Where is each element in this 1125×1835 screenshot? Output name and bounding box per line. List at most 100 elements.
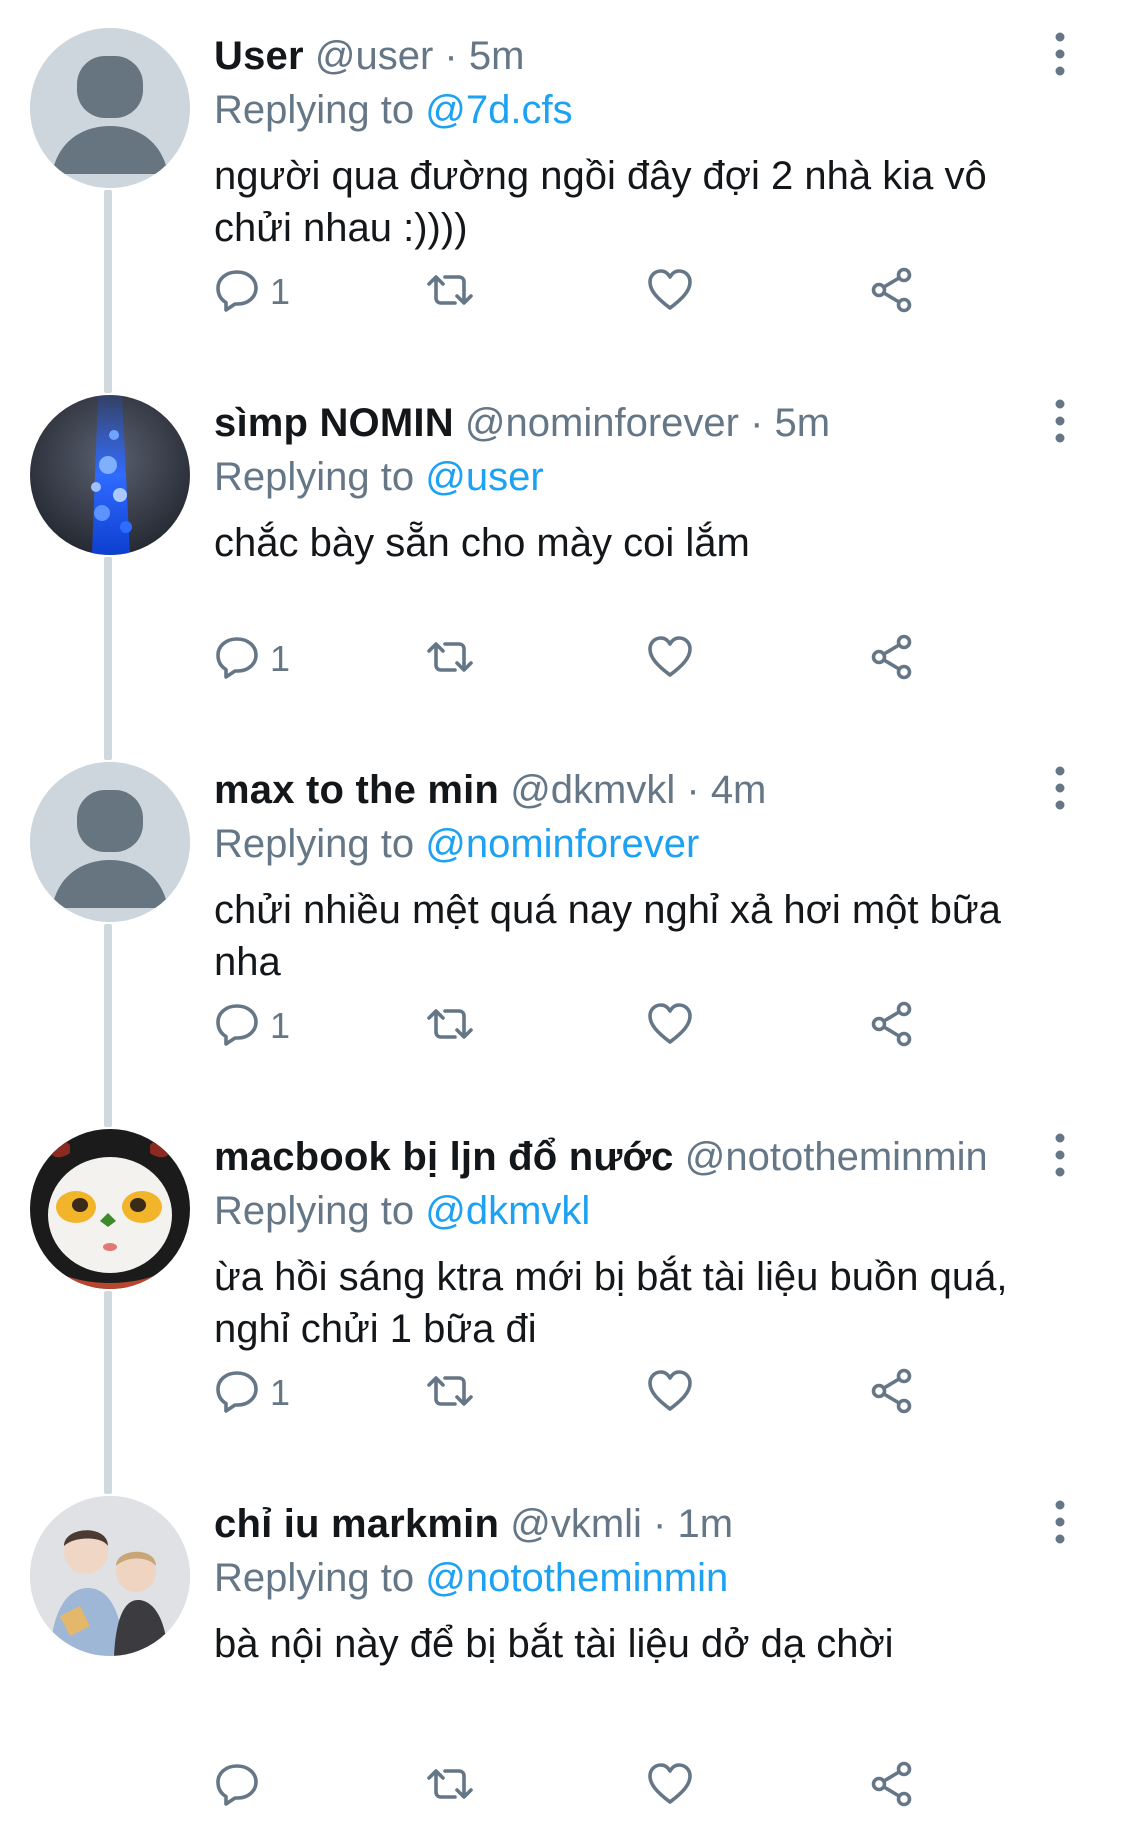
avatar[interactable]: [30, 1496, 190, 1656]
reply-icon: [214, 1368, 260, 1419]
more-vertical-icon[interactable]: [1040, 1498, 1080, 1548]
replying-to-label: Replying to: [214, 88, 415, 132]
retweet-icon: [424, 1761, 476, 1812]
tweet[interactable]: chỉ iu markmin @vkmli · 1m Replying to @n…: [0, 1468, 1125, 1835]
reply-count: 1: [270, 1005, 291, 1046]
tweet-text: chửi nhiều mệt quá nay nghỉ xả hơi một b…: [214, 888, 1001, 984]
retweet-button[interactable]: [424, 1363, 476, 1423]
thread-connector-line: [104, 557, 112, 760]
display-name[interactable]: User: [214, 34, 304, 78]
tweet[interactable]: User @user · 5m Replying to @7d.cfs người …: [0, 0, 1125, 393]
tweet-text: ừa hồi sáng ktra mới bị bắt tài liệu buồ…: [214, 1255, 1008, 1351]
user-handle[interactable]: @vkmli: [510, 1502, 642, 1546]
avatar[interactable]: [30, 28, 190, 188]
timestamp[interactable]: 5m: [775, 401, 831, 445]
tweet-text: chắc bày sẵn cho mày coi lắm: [214, 521, 750, 565]
thread-connector-line: [104, 190, 112, 393]
share-button[interactable]: [868, 1363, 916, 1423]
tweet-header: max to the min @dkmvkl · 4m: [214, 764, 985, 816]
replying-to: Replying to @nototheminmin: [214, 1552, 728, 1604]
thread-connector-line: [104, 1291, 112, 1494]
reply-button[interactable]: 1: [214, 996, 290, 1056]
avatar[interactable]: [30, 1129, 190, 1289]
action-bar: 1: [214, 262, 954, 322]
user-handle[interactable]: @nominforever: [465, 401, 739, 445]
tweet-text: người qua đường ngồi đây đợi 2 nhà kia v…: [214, 154, 987, 250]
display-name[interactable]: macbook bị ljn đổ nước: [214, 1135, 674, 1179]
like-button[interactable]: [646, 629, 694, 689]
user-handle[interactable]: @dkmvkl: [510, 768, 675, 812]
retweet-icon: [424, 1368, 476, 1419]
mention-link[interactable]: @nototheminmin: [425, 1556, 728, 1600]
timestamp[interactable]: 4m: [711, 768, 767, 812]
replying-to: Replying to @nominforever: [214, 818, 699, 870]
mention-link[interactable]: @nominforever: [425, 822, 699, 866]
share-icon: [868, 1760, 916, 1813]
timestamp[interactable]: 5m: [469, 34, 525, 78]
more-vertical-icon[interactable]: [1040, 764, 1080, 814]
timestamp[interactable]: 1m: [677, 1502, 733, 1546]
replying-to-label: Replying to: [214, 822, 415, 866]
heart-icon: [646, 1368, 694, 1419]
action-bar: [214, 1756, 954, 1816]
reply-button[interactable]: 1: [214, 629, 290, 689]
thread-connector-line: [104, 924, 112, 1127]
reply-button[interactable]: [214, 1756, 270, 1816]
reply-button[interactable]: 1: [214, 262, 290, 322]
more-vertical-icon[interactable]: [1040, 30, 1080, 80]
reply-thread: User @user · 5m Replying to @7d.cfs người …: [0, 0, 1125, 1806]
tweet-header: User @user · 5m: [214, 30, 985, 82]
mention-link[interactable]: @dkmvkl: [425, 1189, 590, 1233]
reply-icon: [214, 1001, 260, 1052]
retweet-button[interactable]: [424, 996, 476, 1056]
more-vertical-icon[interactable]: [1040, 1131, 1080, 1181]
share-button[interactable]: [868, 996, 916, 1056]
replying-to: Replying to @dkmvkl: [214, 1185, 590, 1237]
mention-link[interactable]: @user: [425, 455, 543, 499]
retweet-button[interactable]: [424, 1756, 476, 1816]
share-icon: [868, 1000, 916, 1053]
heart-icon: [646, 1001, 694, 1052]
retweet-icon: [424, 634, 476, 685]
retweet-icon: [424, 1001, 476, 1052]
reply-count: 1: [270, 638, 291, 679]
like-button[interactable]: [646, 1363, 694, 1423]
replying-to: Replying to @user: [214, 451, 544, 503]
retweet-button[interactable]: [424, 629, 476, 689]
tweet[interactable]: sìmp NOMIN @nominforever · 5m Replying to…: [0, 367, 1125, 760]
mention-link[interactable]: @7d.cfs: [425, 88, 572, 132]
tweet-text: bà nội này để bị bắt tài liệu dở dạ chời: [214, 1622, 894, 1666]
meta-separator: ·: [433, 34, 469, 78]
display-name[interactable]: sìmp NOMIN: [214, 401, 454, 445]
display-name[interactable]: max to the min: [214, 768, 499, 812]
more-vertical-icon[interactable]: [1040, 397, 1080, 447]
share-button[interactable]: [868, 629, 916, 689]
heart-icon: [646, 634, 694, 685]
display-name[interactable]: chỉ iu markmin: [214, 1502, 499, 1546]
like-button[interactable]: [646, 262, 694, 322]
share-button[interactable]: [868, 1756, 916, 1816]
reply-button[interactable]: 1: [214, 1363, 290, 1423]
retweet-button[interactable]: [424, 262, 476, 322]
avatar[interactable]: [30, 762, 190, 922]
action-bar: 1: [214, 629, 954, 689]
meta-separator: ·: [738, 401, 775, 445]
share-button[interactable]: [868, 262, 916, 322]
like-button[interactable]: [646, 996, 694, 1056]
tweet-header: macbook bị ljn đổ nước @nototheminmin…: [214, 1131, 985, 1183]
user-handle[interactable]: @user: [315, 34, 433, 78]
tweet[interactable]: max to the min @dkmvkl · 4m Replying to @…: [0, 734, 1125, 1127]
reply-count: 1: [270, 1372, 291, 1413]
reply-icon: [214, 1761, 260, 1812]
heart-icon: [646, 1761, 694, 1812]
action-bar: 1: [214, 1363, 954, 1423]
user-handle[interactable]: @nototheminmin…: [685, 1135, 985, 1179]
tweet-header: chỉ iu markmin @vkmli · 1m: [214, 1498, 985, 1550]
like-button[interactable]: [646, 1756, 694, 1816]
replying-to-label: Replying to: [214, 455, 415, 499]
share-icon: [868, 633, 916, 686]
meta-separator: ·: [641, 1502, 678, 1546]
tweet[interactable]: macbook bị ljn đổ nước @nototheminmin…Re…: [0, 1101, 1125, 1494]
avatar[interactable]: [30, 395, 190, 555]
heart-icon: [646, 267, 694, 318]
